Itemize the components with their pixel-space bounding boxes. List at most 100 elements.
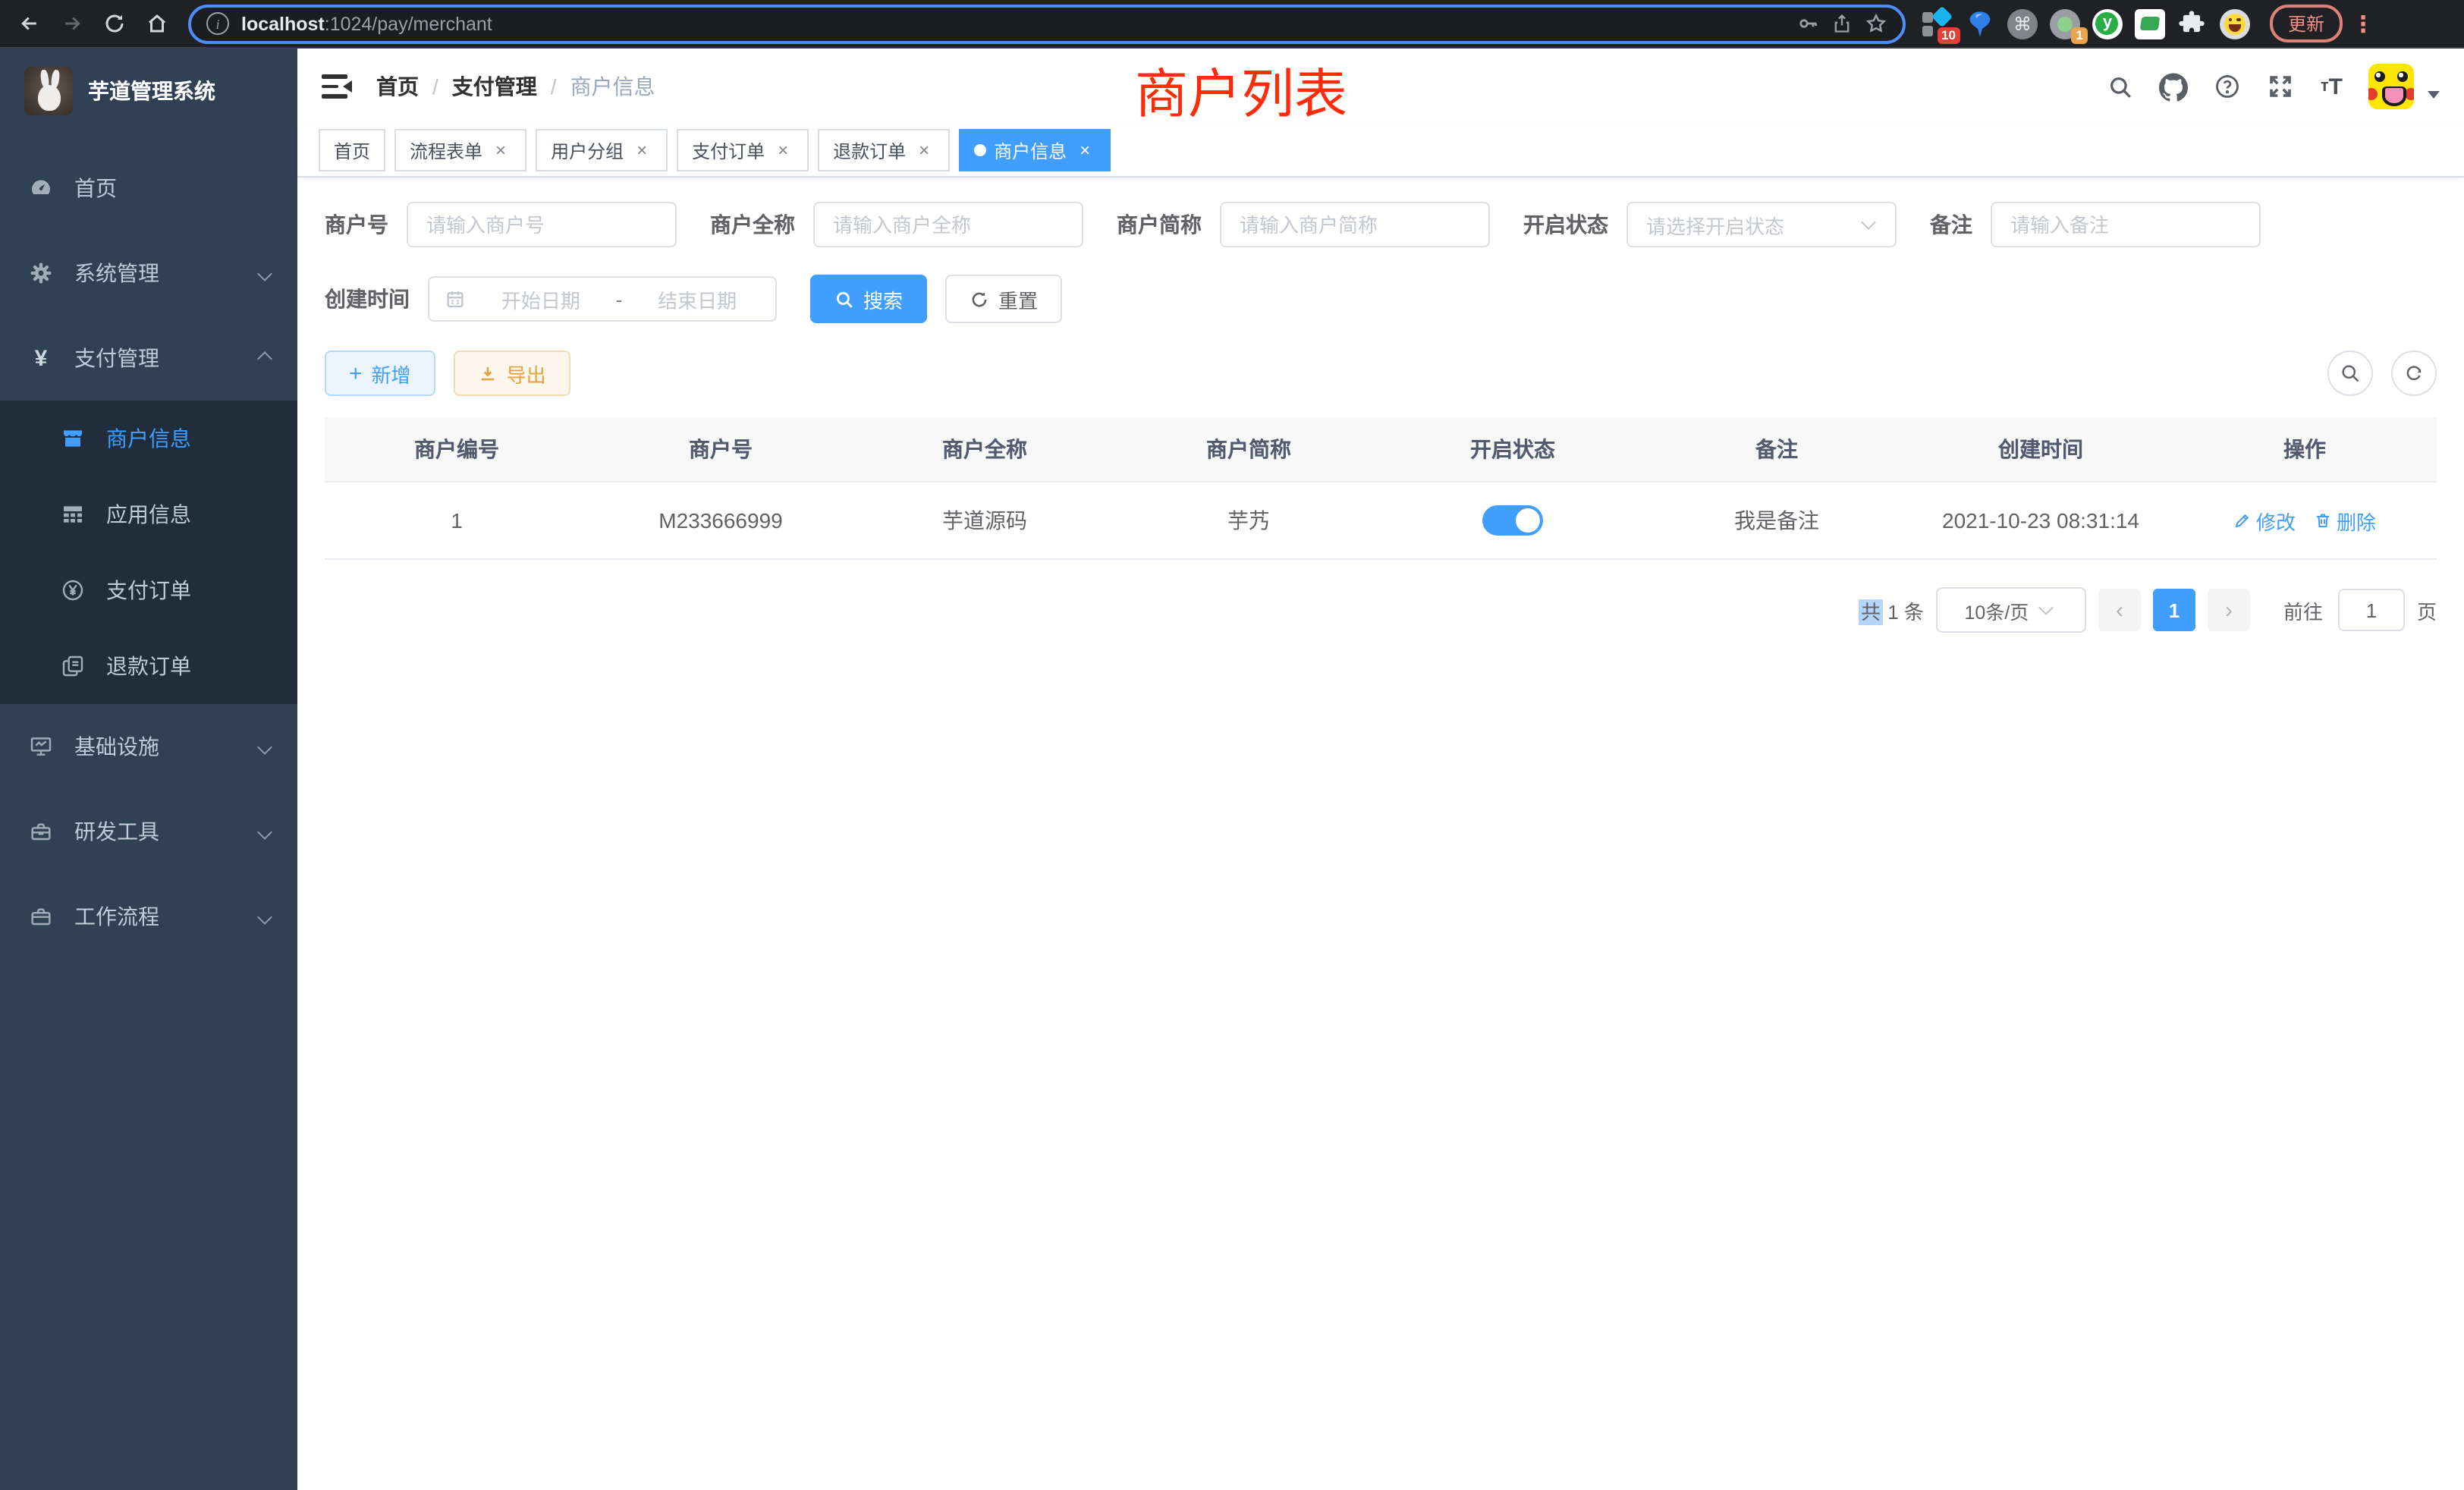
date-range-picker[interactable]: 开始日期 - 结束日期 bbox=[428, 276, 777, 322]
merchant-table: 商户编号 商户号 商户全称 商户简称 开启状态 备注 创建时间 操作 1 bbox=[325, 417, 2437, 560]
page-size-select[interactable]: 10条/页 bbox=[1936, 587, 2086, 633]
sidebar-item-merchant-info[interactable]: 商户信息 bbox=[0, 401, 297, 476]
breadcrumb-payment[interactable]: 支付管理 bbox=[452, 71, 537, 102]
table-row: 1 M233666999 芋道源码 芋艿 我是备注 2021-10-23 08:… bbox=[325, 482, 2437, 559]
close-icon[interactable]: × bbox=[631, 140, 652, 161]
browser-update-button[interactable]: 更新 bbox=[2270, 5, 2343, 42]
browser-menu-icon[interactable]: ⋮ bbox=[2352, 10, 2373, 37]
browser-back-icon[interactable] bbox=[9, 5, 49, 42]
browser-forward-icon[interactable] bbox=[52, 5, 91, 42]
search-button[interactable]: 搜索 bbox=[810, 275, 927, 323]
address-bar[interactable]: i localhost:1024/pay/merchant bbox=[188, 4, 1906, 43]
cell-short-name: 芋艿 bbox=[1117, 482, 1381, 559]
sidebar: 芋道管理系统 首页 系统管理 ¥ 支付管 bbox=[0, 49, 297, 1490]
page-number-1[interactable]: 1 bbox=[2153, 589, 2195, 631]
dashboard-icon bbox=[29, 176, 53, 200]
cell-remark: 我是备注 bbox=[1645, 482, 1909, 559]
share-icon[interactable] bbox=[1831, 12, 1853, 35]
edit-pencil-icon bbox=[2233, 511, 2252, 530]
sidebar-item-home[interactable]: 首页 bbox=[0, 146, 297, 231]
tab-process-form[interactable]: 流程表单× bbox=[394, 129, 526, 171]
page-unit: 页 bbox=[2417, 596, 2437, 624]
extension-badge: 1 bbox=[2072, 27, 2088, 43]
remark-input[interactable] bbox=[1991, 202, 2261, 247]
chevron-down-icon bbox=[257, 909, 272, 924]
export-button[interactable]: 导出 bbox=[454, 350, 570, 396]
user-avatar[interactable] bbox=[2368, 64, 2414, 109]
breadcrumb-home[interactable]: 首页 bbox=[376, 71, 419, 102]
reset-button[interactable]: 重置 bbox=[945, 275, 1062, 323]
short-name-input[interactable] bbox=[1220, 202, 1490, 247]
calendar-icon bbox=[445, 288, 466, 310]
edit-button[interactable]: 修改 bbox=[2233, 506, 2296, 535]
refresh-table-button[interactable] bbox=[2391, 350, 2437, 396]
plus-icon: + bbox=[349, 362, 363, 385]
browser-reload-icon[interactable] bbox=[94, 5, 134, 42]
extension-tag-manager-icon[interactable]: 10 bbox=[1922, 8, 1953, 39]
tab-refund-order[interactable]: 退款订单× bbox=[818, 129, 950, 171]
sidebar-toggle-icon[interactable] bbox=[322, 74, 352, 99]
header-search-icon[interactable] bbox=[2108, 74, 2134, 99]
logo-avatar bbox=[24, 67, 73, 115]
help-icon[interactable] bbox=[2214, 73, 2242, 100]
sidebar-item-system[interactable]: 系统管理 bbox=[0, 231, 297, 316]
browser-home-icon[interactable] bbox=[137, 5, 176, 42]
extension-command-icon[interactable]: ⌘ bbox=[2007, 8, 2038, 39]
extension-balloon-icon[interactable] bbox=[1965, 8, 1995, 39]
sidebar-item-infrastructure[interactable]: 基础设施 bbox=[0, 704, 297, 789]
sidebar-item-refund-order[interactable]: 退款订单 bbox=[0, 628, 297, 704]
next-page-button[interactable]: › bbox=[2208, 589, 2250, 631]
sidebar-item-payment[interactable]: ¥ 支付管理 bbox=[0, 316, 297, 401]
full-name-input[interactable] bbox=[813, 202, 1083, 247]
tab-user-group[interactable]: 用户分组× bbox=[536, 129, 668, 171]
close-icon[interactable]: × bbox=[913, 140, 935, 161]
extension-chat-icon[interactable] bbox=[2135, 8, 2165, 39]
pagination: 共 1 条 10条/页 ‹ 1 › 前往 页 bbox=[325, 587, 2437, 633]
site-info-icon[interactable]: i bbox=[206, 12, 229, 35]
cell-full-name: 芋道源码 bbox=[853, 482, 1117, 559]
tab-pay-order[interactable]: 支付订单× bbox=[677, 129, 809, 171]
url-text[interactable]: localhost:1024/pay/merchant bbox=[241, 13, 1784, 34]
tab-merchant-info[interactable]: 商户信息× bbox=[959, 129, 1111, 171]
extensions-puzzle-icon[interactable] bbox=[2177, 8, 2208, 39]
cell-merchant-index: 1 bbox=[325, 482, 589, 559]
filter-create-time: 创建时间 开始日期 - 结束日期 bbox=[325, 276, 777, 322]
filter-short-name: 商户简称 bbox=[1117, 202, 1490, 247]
app-logo[interactable]: 芋道管理系统 bbox=[0, 49, 297, 130]
sidebar-item-workflow[interactable]: 工作流程 bbox=[0, 874, 297, 959]
tab-home[interactable]: 首页 bbox=[319, 129, 385, 171]
sidebar-item-pay-order[interactable]: 支付订单 bbox=[0, 552, 297, 628]
close-icon[interactable]: × bbox=[490, 140, 511, 161]
delete-button[interactable]: 删除 bbox=[2314, 506, 2376, 535]
fullscreen-icon[interactable] bbox=[2268, 73, 2295, 100]
extension-emoji-icon[interactable] bbox=[2220, 8, 2250, 39]
col-create-time: 创建时间 bbox=[1909, 417, 2173, 482]
status-toggle[interactable] bbox=[1482, 505, 1543, 536]
filter-merchant-no: 商户号 bbox=[325, 202, 677, 247]
col-status: 开启状态 bbox=[1381, 417, 1645, 482]
prev-page-button[interactable]: ‹ bbox=[2098, 589, 2141, 631]
status-select[interactable]: 请选择开启状态 bbox=[1626, 202, 1897, 247]
add-button[interactable]: + 新增 bbox=[325, 350, 435, 396]
close-icon[interactable]: × bbox=[772, 140, 794, 161]
avatar-dropdown-caret-icon[interactable] bbox=[2428, 90, 2440, 98]
close-icon[interactable]: × bbox=[1074, 140, 1095, 161]
browser-toolbar: i localhost:1024/pay/merchant 10 ⌘ 1 bbox=[0, 0, 2464, 49]
app-title: 芋道管理系统 bbox=[88, 76, 215, 106]
tags-view: 首页 流程表单× 用户分组× 支付订单× 退款订单× 商户信息× bbox=[297, 124, 2464, 178]
download-icon bbox=[478, 363, 498, 383]
toggle-search-button[interactable] bbox=[2327, 350, 2373, 396]
monitor-icon bbox=[29, 734, 53, 759]
goto-page-input[interactable] bbox=[2338, 589, 2405, 631]
bookmark-star-icon[interactable] bbox=[1865, 12, 1887, 35]
merchant-no-input[interactable] bbox=[407, 202, 677, 247]
font-size-icon[interactable]: тT bbox=[2321, 74, 2343, 99]
filter-full-name: 商户全称 bbox=[710, 202, 1083, 247]
sidebar-item-app-info[interactable]: 应用信息 bbox=[0, 476, 297, 552]
github-icon[interactable] bbox=[2160, 72, 2189, 101]
toolbox-icon bbox=[29, 819, 53, 844]
password-key-icon[interactable] bbox=[1796, 12, 1819, 35]
extension-yudao-icon[interactable]: y bbox=[2092, 8, 2123, 39]
extension-recorder-icon[interactable]: 1 bbox=[2050, 8, 2080, 39]
sidebar-item-dev-tools[interactable]: 研发工具 bbox=[0, 789, 297, 874]
